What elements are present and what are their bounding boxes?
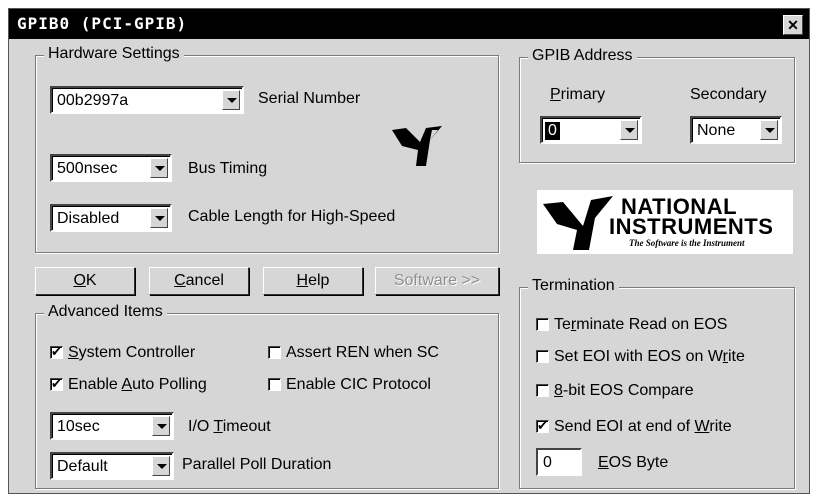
- chevron-down-icon[interactable]: [620, 120, 638, 140]
- serial-number-label: Serial Number: [258, 90, 361, 107]
- ok-button[interactable]: OK: [35, 267, 135, 295]
- cancel-button[interactable]: Cancel: [149, 267, 249, 295]
- eos-byte-label: EOS Byte: [598, 454, 669, 471]
- cable-length-combo[interactable]: Disabled: [50, 204, 172, 232]
- chevron-down-icon[interactable]: [152, 416, 170, 436]
- title-bar[interactable]: GPIB0 (PCI-GPIB) ✕: [9, 9, 809, 39]
- gpib-address-group: GPIB Address Primary Secondary 0 None: [519, 47, 795, 163]
- io-timeout-value: 10sec: [57, 418, 100, 435]
- chevron-down-icon[interactable]: [152, 456, 170, 476]
- eos-byte-input[interactable]: 0: [536, 448, 582, 476]
- close-button[interactable]: ✕: [783, 15, 803, 35]
- gpib-address-legend: GPIB Address: [528, 47, 637, 65]
- primary-address-combo[interactable]: 0: [540, 116, 642, 144]
- hardware-settings-legend: Hardware Settings: [44, 45, 184, 63]
- secondary-label: Secondary: [690, 86, 767, 103]
- bus-timing-combo[interactable]: 500nsec: [50, 154, 172, 182]
- termination-legend: Termination: [528, 277, 619, 295]
- gpib-properties-dialog: GPIB0 (PCI-GPIB) ✕ Hardware Settings 00b…: [8, 8, 810, 494]
- primary-label: Primary: [550, 86, 606, 103]
- serial-number-value: 00b2997a: [57, 92, 129, 109]
- bus-timing-value: 500nsec: [57, 160, 118, 177]
- checkbox-unchecked[interactable]: [536, 318, 549, 331]
- poll-duration-value: Default: [57, 458, 108, 475]
- chevron-down-icon[interactable]: [760, 120, 778, 140]
- logo-line2: INSTRUMENTS: [609, 214, 774, 239]
- advanced-items-group: Advanced Items System Controller Assert …: [35, 303, 499, 489]
- io-timeout-combo[interactable]: 10sec: [50, 412, 174, 440]
- cable-length-label: Cable Length for High-Speed: [188, 208, 396, 225]
- checkbox-unchecked[interactable]: [536, 384, 549, 397]
- checkbox-checked[interactable]: [536, 418, 549, 433]
- checkbox-unchecked[interactable]: [268, 378, 281, 391]
- poll-duration-label: Parallel Poll Duration: [182, 456, 332, 473]
- checkbox-checked[interactable]: [50, 376, 63, 391]
- bus-timing-label: Bus Timing: [188, 160, 268, 177]
- national-instruments-logo: NATIONAL INSTRUMENTS The Software is the…: [537, 190, 793, 254]
- hardware-settings-group: Hardware Settings 00b2997a Serial Number…: [35, 45, 499, 253]
- secondary-address-value: None: [697, 122, 736, 139]
- window-title: GPIB0 (PCI-GPIB): [17, 14, 188, 33]
- ni-eagle-logo: [390, 124, 444, 170]
- secondary-address-combo[interactable]: None: [690, 116, 782, 144]
- chevron-down-icon[interactable]: [150, 158, 168, 178]
- eos-byte-value: 0: [543, 454, 552, 471]
- checkbox-unchecked[interactable]: [536, 350, 549, 363]
- chevron-down-icon[interactable]: [150, 208, 168, 228]
- cable-length-value: Disabled: [57, 210, 120, 227]
- termination-group: Termination Terminate Read on EOS Set EO…: [519, 277, 795, 489]
- chevron-down-icon[interactable]: [222, 90, 240, 110]
- io-timeout-label: I/O Timeout: [188, 418, 271, 435]
- advanced-items-legend: Advanced Items: [44, 303, 167, 321]
- poll-duration-combo[interactable]: Default: [50, 452, 174, 480]
- checkbox-checked[interactable]: [50, 344, 63, 359]
- software-button[interactable]: Software >>: [375, 267, 499, 295]
- help-button[interactable]: Help: [263, 267, 363, 295]
- checkbox-unchecked[interactable]: [268, 346, 281, 359]
- serial-number-combo[interactable]: 00b2997a: [50, 86, 244, 114]
- primary-address-value: 0: [545, 122, 560, 140]
- logo-tagline: The Software is the Instrument: [629, 238, 745, 248]
